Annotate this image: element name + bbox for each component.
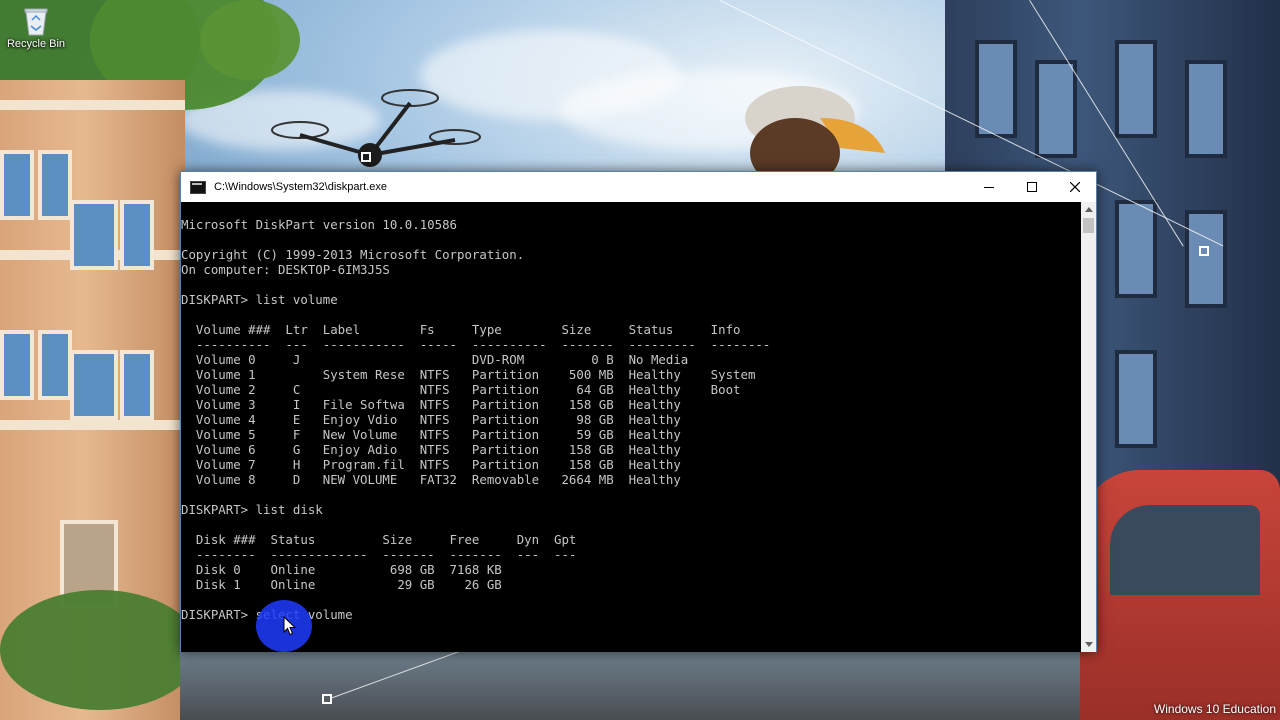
chevron-down-icon — [1084, 642, 1093, 647]
console-line: ---------- --- ----------- ----- -------… — [181, 337, 771, 352]
console-line: -------- ------------- ------- ------- -… — [181, 547, 577, 562]
console-line: Disk 1 Online 29 GB 26 GB — [181, 577, 502, 592]
console-line: Volume 0 J DVD-ROM 0 B No Media — [181, 352, 689, 367]
console-line: Microsoft DiskPart version 10.0.10586 — [181, 217, 458, 232]
console-output[interactable]: Microsoft DiskPart version 10.0.10586 Co… — [181, 202, 1081, 652]
diskpart-window[interactable]: C:\Windows\System32\diskpart.exe Microso… — [180, 171, 1097, 652]
console-text: Microsoft DiskPart version 10.0.10586 Co… — [181, 217, 770, 622]
window-title: C:\Windows\System32\diskpart.exe — [214, 181, 388, 193]
console-line: Volume 6 G Enjoy Adio NTFS Partition 158… — [181, 442, 681, 457]
maximize-button[interactable] — [1010, 172, 1053, 202]
maximize-icon — [1026, 182, 1037, 192]
console-line: Volume 1 System Rese NTFS Partition 500 … — [181, 367, 756, 382]
drone-icon — [271, 89, 481, 167]
scroll-down-button[interactable] — [1081, 637, 1096, 652]
recycle-bin-label: Recycle Bin — [6, 38, 66, 50]
close-icon — [1069, 182, 1080, 192]
os-watermark: Windows 10 Education — [1153, 702, 1276, 716]
mouse-pointer-icon — [283, 616, 297, 636]
console-line: Volume ### Ltr Label Fs Type Size Status… — [181, 322, 741, 337]
vertical-scrollbar[interactable] — [1081, 202, 1096, 652]
recycle-bin-icon — [22, 6, 50, 36]
console-line: Volume 5 F New Volume NTFS Partition 59 … — [181, 427, 681, 442]
console-line: Volume 4 E Enjoy Vdio NTFS Partition 98 … — [181, 412, 681, 427]
console-line: Volume 7 H Program.fil NTFS Partition 15… — [181, 457, 681, 472]
close-button[interactable] — [1053, 172, 1096, 202]
scroll-thumb[interactable] — [1083, 218, 1094, 233]
console-line: DISKPART> list volume — [181, 292, 338, 307]
console-line: On computer: DESKTOP-6IM3J5S — [181, 262, 390, 277]
console-line: Disk ### Status Size Free Dyn Gpt — [181, 532, 577, 547]
minimize-button[interactable] — [967, 172, 1010, 202]
console-line: Volume 2 C NTFS Partition 64 GB Healthy … — [181, 382, 741, 397]
console-line: DISKPART> list disk — [181, 502, 323, 517]
console-line: Disk 0 Online 698 GB 7168 KB — [181, 562, 502, 577]
chevron-up-icon — [1084, 207, 1093, 212]
console-line: Volume 3 I File Softwa NTFS Partition 15… — [181, 397, 681, 412]
minimize-icon — [983, 187, 994, 188]
console-line: Copyright (C) 1999-2013 Microsoft Corpor… — [181, 247, 525, 262]
recycle-bin-shortcut[interactable]: Recycle Bin — [6, 6, 66, 50]
console-app-icon — [190, 180, 206, 194]
console-line: Volume 8 D NEW VOLUME FAT32 Removable 26… — [181, 472, 681, 487]
scroll-up-button[interactable] — [1081, 202, 1096, 217]
window-titlebar[interactable]: C:\Windows\System32\diskpart.exe — [181, 172, 1096, 202]
